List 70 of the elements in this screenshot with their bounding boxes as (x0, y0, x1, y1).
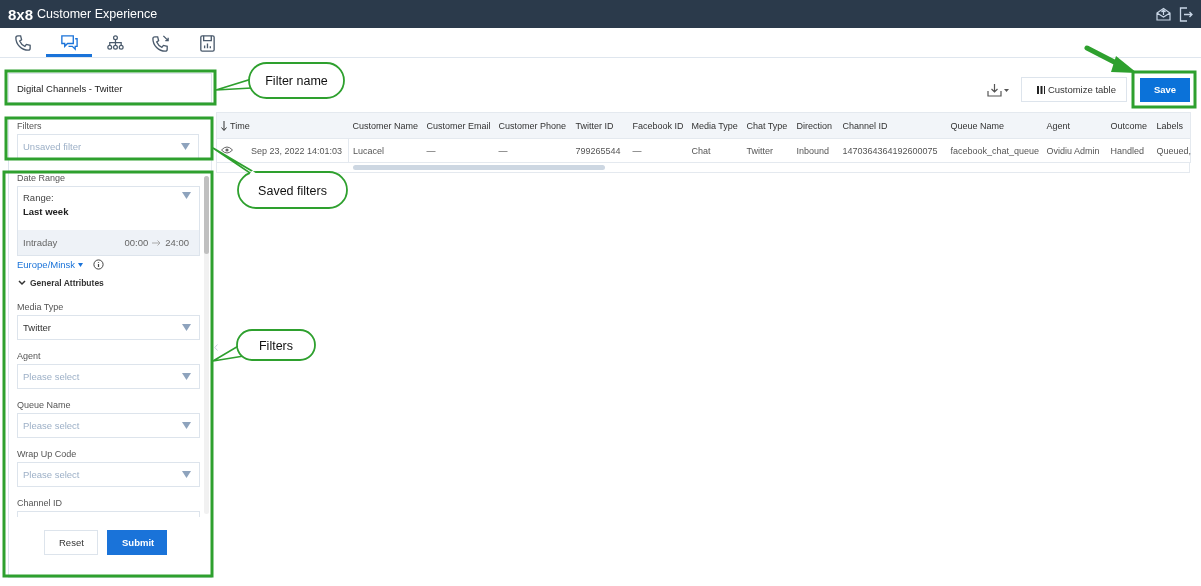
scrollbar[interactable] (353, 165, 605, 170)
table-cell: facebook_chat_queue (946, 138, 1043, 163)
table-cell: — (494, 138, 572, 163)
customize-table-button[interactable]: Customize table (1021, 77, 1127, 102)
logo: 8x8 (8, 5, 34, 23)
column-header[interactable]: Labels (1152, 112, 1191, 139)
table-cell: — (422, 138, 495, 163)
column-header[interactable]: Channel ID (838, 112, 947, 139)
range-dropdown[interactable]: Range: Last week (18, 187, 199, 230)
column-header[interactable]: Time (216, 112, 349, 139)
table-cell: Queued, (1152, 138, 1191, 163)
table-cell: 799265544 (571, 138, 629, 163)
column-header[interactable]: Customer Phone (494, 112, 572, 139)
envelope-icon[interactable] (1156, 7, 1171, 21)
save-button[interactable]: Save (1140, 77, 1190, 102)
hierarchy-icon (105, 32, 125, 53)
column-header[interactable]: Twitter ID (571, 112, 629, 139)
eye-icon[interactable] (221, 146, 233, 154)
table-cell: Inbound (792, 138, 839, 163)
logout-icon[interactable] (1179, 6, 1193, 22)
column-header[interactable]: Facebook ID (628, 112, 688, 139)
highlight-frame (1131, 70, 1197, 109)
column-header[interactable]: Agent (1042, 112, 1107, 139)
caret-icon[interactable] (78, 262, 84, 267)
column-header[interactable]: Queue Name (946, 112, 1043, 139)
field-label: Filters (17, 121, 43, 131)
field-label: Queue Name (17, 400, 72, 410)
download-button[interactable] (987, 82, 1009, 97)
table-cell: 1470364364192600075 (838, 138, 947, 163)
pointer-arrow (1084, 45, 1137, 73)
caret-icon (182, 422, 191, 429)
table-cell: Chat (687, 138, 743, 163)
field-label: Media Type (17, 302, 65, 312)
field-label: Agent (17, 351, 42, 361)
table-cell: Lucacel (348, 138, 423, 163)
column-header[interactable]: Media Type (687, 112, 743, 139)
caret-icon (182, 471, 191, 478)
submit-button[interactable]: Submit (107, 530, 167, 555)
column-header[interactable]: Chat Type (742, 112, 793, 139)
report-icon (197, 32, 217, 53)
column-header[interactable]: Outcome (1106, 112, 1153, 139)
scrollbar[interactable] (204, 176, 209, 514)
column-header[interactable]: Customer Email (422, 112, 495, 139)
column-header[interactable]: Direction (792, 112, 839, 139)
caret-icon (182, 192, 191, 199)
column-header[interactable]: Customer Name (348, 112, 423, 139)
table-cell: Twitter (742, 138, 793, 163)
app-title: Customer Experience (37, 7, 158, 21)
table-cell: Ovidiu Admin (1042, 138, 1107, 163)
chat-bubbles-icon (59, 32, 79, 53)
field-label: Channel ID (17, 498, 64, 508)
reset-button[interactable]: Reset (44, 530, 98, 555)
table-cell: Handled (1106, 138, 1153, 163)
caret-icon (182, 373, 191, 380)
caret-icon (182, 324, 191, 331)
columns-icon (1037, 85, 1045, 94)
table-cell: — (628, 138, 688, 163)
phone-icon (13, 32, 33, 53)
section-toggle[interactable]: General Attributes (18, 278, 204, 288)
caret-icon (181, 143, 190, 150)
info-icon[interactable] (93, 259, 105, 270)
field-label: Wrap Up Code (17, 449, 78, 459)
arrow-icon (152, 239, 162, 246)
dropdown[interactable]: Twitter (17, 315, 200, 340)
callout: Filter name (215, 62, 345, 99)
callout: Filters (212, 329, 316, 362)
intraday-row: Intraday 00:00 24:00 (18, 230, 199, 255)
field-label: Date Range (17, 173, 67, 183)
timezone-link[interactable]: Europe/Minsk (17, 259, 84, 270)
filter-name-field[interactable]: Digital Channels - Twitter (8, 73, 212, 103)
